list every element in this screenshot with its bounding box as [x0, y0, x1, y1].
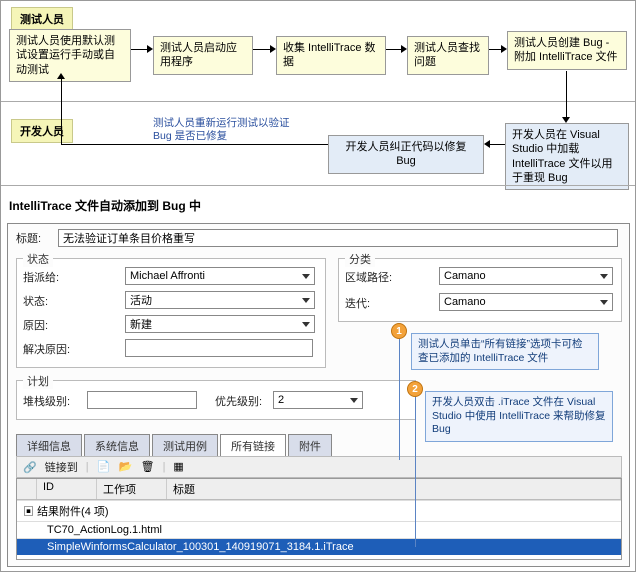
- attach-group[interactable]: ▣ 结果附件(4 项): [17, 500, 621, 521]
- callout1-line: [399, 332, 400, 460]
- flow-t5: 测试人员创建 Bug - 附加 IntelliTrace 文件: [507, 31, 627, 70]
- linkto-icon: 🔗: [23, 461, 37, 474]
- callout2-badge: 2: [407, 381, 423, 397]
- col-title[interactable]: 标题: [167, 479, 621, 499]
- group-class-title: 分类: [345, 251, 375, 267]
- flow-d2: 开发人员纠正代码以修复 Bug: [328, 135, 484, 174]
- flow-d1: 开发人员在 Visual Studio 中加载 IntelliTrace 文件以…: [505, 123, 629, 190]
- delete-icon[interactable]: 🗑: [141, 460, 155, 474]
- callout1: 测试人员单击“所有链接”选项卡可检查已添加的 IntelliTrace 文件: [411, 333, 599, 370]
- flow-t4: 测试人员查找问题: [407, 36, 489, 75]
- callout2: 开发人员双击 .iTrace 文件在 Visual Studio 中使用 Int…: [425, 391, 613, 442]
- assigned-dropdown[interactable]: Michael Affronti: [125, 267, 315, 285]
- resolve-reason-label: 解决原因:: [23, 341, 70, 357]
- columns-icon[interactable]: ▦: [173, 460, 187, 474]
- col-workitem[interactable]: 工作项: [97, 479, 167, 499]
- reason-dropdown[interactable]: 新建: [125, 315, 315, 333]
- resolve-reason-input[interactable]: [125, 339, 313, 357]
- stack-input[interactable]: [87, 391, 197, 409]
- tab-strip: 详细信息 系统信息 测试用例 所有链接 附件: [16, 434, 334, 457]
- tab-attachments[interactable]: 附件: [288, 434, 332, 457]
- flow-note: 测试人员重新运行测试以验证 Bug 是否已修复: [153, 117, 303, 143]
- open-icon[interactable]: 📂: [119, 460, 133, 474]
- callout1-badge: 1: [391, 323, 407, 339]
- stack-label: 堆栈级别:: [23, 393, 70, 409]
- callout2-line: [415, 389, 416, 547]
- area-label: 区域路径:: [345, 269, 392, 285]
- assigned-label: 指派给:: [23, 269, 59, 285]
- status-label: 状态:: [23, 293, 48, 309]
- tab-details[interactable]: 详细信息: [16, 434, 82, 457]
- reason-label: 原因:: [23, 317, 48, 333]
- col-id[interactable]: ID: [37, 479, 97, 499]
- iter-label: 迭代:: [345, 295, 370, 311]
- title-input[interactable]: 无法验证订单条目价格重写: [58, 229, 618, 247]
- group-plan: 计划 堆栈级别: 优先级别: 2: [16, 380, 416, 420]
- section-title: IntelliTrace 文件自动添加到 Bug 中: [9, 197, 201, 214]
- group-class: 分类 区域路径: Camano 迭代: Camano: [338, 258, 622, 322]
- role-tester: 测试人员: [11, 7, 73, 31]
- flow-t1: 测试人员使用默认测试设置运行手动或自动测试: [9, 29, 131, 82]
- file-row-2[interactable]: SimpleWinformsCalculator_100301_14091907…: [17, 538, 621, 555]
- flow-t3: 收集 IntelliTrace 数据: [276, 36, 386, 75]
- new-icon[interactable]: 📄: [97, 460, 111, 474]
- iter-dropdown[interactable]: Camano: [439, 293, 613, 311]
- tab-sysinfo[interactable]: 系统信息: [84, 434, 150, 457]
- group-plan-title: 计划: [23, 373, 53, 389]
- flow-t2: 测试人员启动应用程序: [153, 36, 253, 75]
- links-table: ID 工作项 标题 ▣ 结果附件(4 项) TC70_ActionLog.1.h…: [16, 478, 622, 560]
- role-developer: 开发人员: [11, 119, 73, 143]
- group-state-title: 状态: [23, 251, 53, 267]
- file-row-1[interactable]: TC70_ActionLog.1.html: [17, 521, 621, 538]
- linkto-label: 链接到: [45, 459, 78, 475]
- priority-dropdown[interactable]: 2: [273, 391, 363, 409]
- title-label: 标题:: [16, 230, 41, 246]
- area-dropdown[interactable]: Camano: [439, 267, 613, 285]
- group-state: 状态 指派给: Michael Affronti 状态: 活动 原因: 新建 解…: [16, 258, 326, 368]
- status-dropdown[interactable]: 活动: [125, 291, 315, 309]
- priority-label: 优先级别:: [215, 393, 262, 409]
- tab-testcase[interactable]: 测试用例: [152, 434, 218, 457]
- tab-all-links[interactable]: 所有链接: [220, 434, 286, 457]
- links-toolbar: 🔗 链接到 | 📄 📂 🗑 | ▦: [16, 456, 622, 478]
